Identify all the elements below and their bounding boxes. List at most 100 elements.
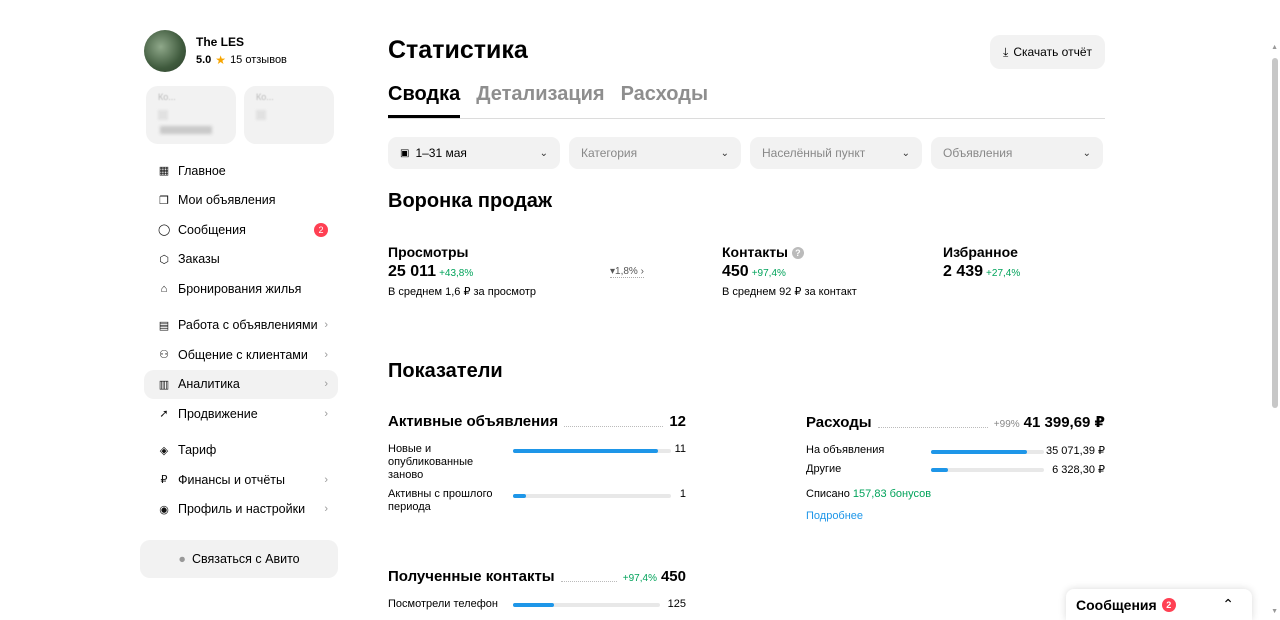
messenger-widget[interactable]: Сообщения 2 ⌃ [1066,589,1252,620]
scroll-up-icon[interactable]: ▲ [1271,44,1278,51]
download-report-button[interactable]: ⤓ Скачать отчёт [990,35,1105,69]
sidebar-item-clients[interactable]: ⚇ Общение с клиентами › [144,340,338,370]
sidebar-item-label: Тариф [178,443,217,458]
contacts-sub: В среднем 92 ₽ за контакт [722,286,857,298]
received-contacts-header: Полученные контакты +97,4% 450 [388,568,686,585]
profile-header[interactable]: The LES 5.0 ★ 15 отзывов [144,30,340,72]
profile-cards: Ко... Ко... [146,86,340,144]
received-contacts-delta: +97,4% [622,573,657,584]
card-label: Ко... [256,92,274,102]
period-filter[interactable]: ▣ 1–31 мая ⌄ [388,137,560,169]
locality-filter[interactable]: Населённый пункт ⌄ [750,137,922,169]
contacts-row-value: 125 [667,598,686,610]
more-link[interactable]: Подробнее [806,510,863,522]
active-row-label: Активны с прошлого периода [388,488,493,513]
sidebar-item-label: Продвижение [178,406,258,421]
expenses-header: Расходы +99% 41 399,69 ₽ [806,413,1105,431]
users-icon: ⚇ [159,349,169,362]
conversion-value: 1,8% [615,266,638,277]
avatar[interactable] [144,30,186,72]
tabs: Сводка Детализация Расходы [388,83,1105,119]
chevron-down-icon: ⌄ [539,147,548,159]
sidebar-item-label: Аналитика [178,377,240,392]
box-icon: ⬡ [159,253,169,266]
blurred-content [158,110,168,120]
active-row-value: 11 [674,443,686,455]
blurred-content [160,126,212,134]
sidebar-item-finance[interactable]: ₽ Финансы и отчёты › [144,465,338,495]
download-icon: ⤓ [1003,44,1009,59]
views-value: 25 011 [388,263,437,280]
messenger-label: Сообщения [1076,596,1157,613]
expense-row-label: Другие [806,463,842,475]
contacts-value: 450 [722,263,749,280]
received-contacts-value: 450 [660,568,686,585]
sidebar-nav: ▦ Главное ❐ Мои объявления ◯ Сообщения 2 ⬡ За… [140,156,340,524]
received-contacts-label: Полученные контакты [388,568,555,585]
contact-avito-button[interactable]: ● Связаться с Авито [140,540,338,578]
bonuses-link[interactable]: 157,83 бонусов [853,488,931,500]
expenses-delta: +99% [993,419,1020,430]
tab-details[interactable]: Детализация [476,83,604,118]
active-ads-header: Активные объявления 12 [388,413,686,430]
sidebar-item-bookings[interactable]: ⌂ Бронирования жилья [144,274,338,304]
chevron-down-icon: ⌄ [1082,147,1091,159]
chevron-up-icon[interactable]: ⌃ [1222,596,1234,613]
category-filter[interactable]: Категория ⌄ [569,137,741,169]
rocket-icon: ➚ [159,408,169,421]
reviews-count: 15 отзывов [230,54,287,66]
balance-card[interactable]: Ко... [244,86,334,144]
expense-row-value: 6 328,30 ₽ [1052,464,1105,476]
contacts-row-label: Посмотрели телефон [388,598,498,610]
views-delta: +43,8% [439,268,474,279]
sidebar-item-work-ads[interactable]: ▤ Работа с объявлениями › [144,311,338,341]
bar-fill [931,468,948,472]
wallet-card[interactable]: Ко... [146,86,236,144]
scrollbar[interactable] [1272,58,1278,408]
chevron-right-icon: › [324,348,328,361]
sidebar-item-home[interactable]: ▦ Главное [144,156,338,186]
tab-expenses[interactable]: Расходы [621,83,708,118]
messenger-badge: 2 [1161,597,1176,612]
star-icon: ★ [215,53,227,67]
tab-summary[interactable]: Сводка [388,83,461,118]
messages-badge: 2 [314,222,328,237]
sidebar-item-label: Общение с клиентами [178,347,308,362]
expenses-label: Расходы [806,414,872,431]
help-icon[interactable]: ? [791,247,804,260]
diamond-icon: ◈ [159,444,169,457]
sidebar-item-profile[interactable]: ◉ Профиль и настройки › [144,495,338,525]
sidebar-item-label: Профиль и настройки [178,502,306,517]
scroll-down-icon[interactable]: ▼ [1271,608,1278,615]
active-ads-value: 12 [669,413,686,430]
sidebar-item-analytics[interactable]: ▥ Аналитика › [144,369,338,399]
favorites-delta: +27,4% [986,268,1021,279]
blurred-content [256,110,266,120]
sidebar-item-label: Работа с объявлениями [178,318,318,333]
ads-filter[interactable]: Объявления ⌄ [931,137,1103,169]
bar-fill [513,494,526,498]
sidebar-item-promotion[interactable]: ➚ Продвижение › [144,399,338,429]
sidebar-item-tariff[interactable]: ◈ Тариф [144,436,338,466]
main-content: Статистика ⤓ Скачать отчёт Сводка Детали… [388,30,1105,610]
locality-placeholder: Населённый пункт [762,146,866,160]
sidebar-item-label: Мои объявления [178,193,276,208]
active-row-label: Новые и опубликованные заново [388,443,474,481]
bar-fill [513,603,555,607]
conversion-indicator[interactable]: ▾1,8% › [610,266,644,278]
chevron-down-icon: ⌄ [720,147,729,159]
chevron-right-icon: › [324,407,328,420]
sidebar-item-messages[interactable]: ◯ Сообщения 2 [144,215,338,245]
support-icon: ● [178,552,186,566]
profile-rating[interactable]: 5.0 ★ 15 отзывов [196,53,287,67]
sidebar-item-orders[interactable]: ⬡ Заказы [144,245,338,275]
profile-name[interactable]: The LES [196,35,287,49]
contact-avito-label: Связаться с Авито [191,552,300,566]
sidebar-item-my-ads[interactable]: ❐ Мои объявления [144,186,338,216]
sidebar-item-label: Бронирования жилья [178,281,302,296]
sidebar: The LES 5.0 ★ 15 отзывов Ко... Ко... ▦ Гл… [140,30,340,578]
chevron-right-icon: › [324,319,328,332]
filters: ▣ 1–31 мая ⌄ Категория ⌄ Населённый пункт ⌄ … [388,137,1105,169]
ads-placeholder: Объявления [943,146,1013,160]
sidebar-item-label: Финансы и отчёты [178,472,285,487]
